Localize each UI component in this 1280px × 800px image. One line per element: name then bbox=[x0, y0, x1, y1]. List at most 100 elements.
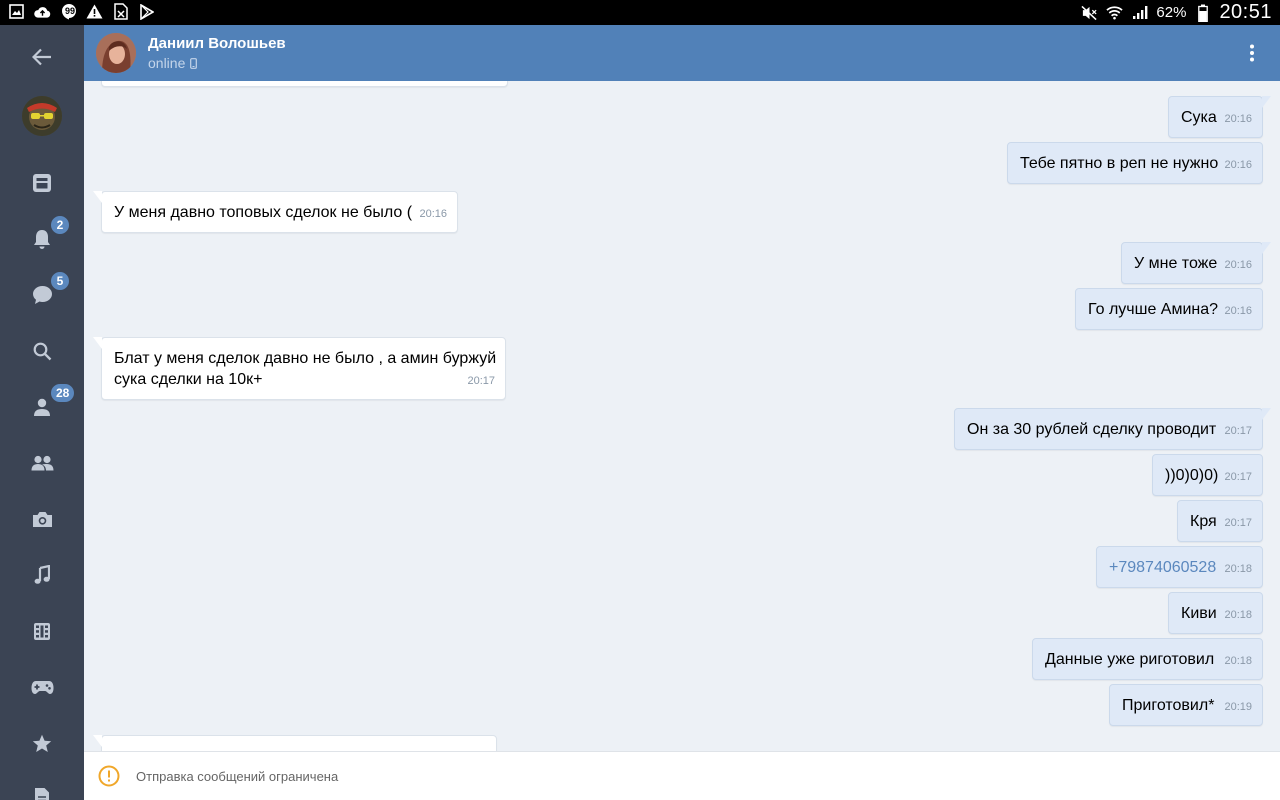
hangouts-icon: 99 bbox=[60, 3, 77, 20]
battery-percentage: 62% bbox=[1156, 4, 1187, 21]
message-time: 20:16 bbox=[419, 208, 447, 220]
gamepad-icon bbox=[31, 680, 53, 694]
contact-name[interactable]: Даниил Волошьев bbox=[148, 35, 286, 52]
phone-link[interactable]: +79874060528 bbox=[1109, 557, 1216, 578]
newsfeed-icon bbox=[33, 174, 51, 192]
message-bubble-partial[interactable] bbox=[93, 735, 497, 751]
bell-icon bbox=[34, 229, 50, 249]
back-button[interactable] bbox=[0, 31, 84, 83]
message-text: Тебе пятно в реп не нужно bbox=[1020, 155, 1219, 172]
bubble-tail bbox=[93, 337, 102, 349]
message-text: Приготовил* bbox=[1122, 697, 1215, 714]
camera-icon bbox=[32, 511, 52, 527]
sidebar-item-music[interactable] bbox=[0, 549, 84, 601]
sidebar-item-groups[interactable] bbox=[0, 437, 84, 489]
message-time: 20:16 bbox=[1224, 159, 1252, 171]
message-text: Блат у меня сделок давно не было , а ами… bbox=[114, 350, 497, 388]
message-text: У меня давно топовых сделок не было ( bbox=[114, 204, 413, 221]
message-time: 20:16 bbox=[1224, 259, 1252, 271]
message-text: Он за 30 рублей сделку проводит bbox=[967, 421, 1217, 438]
status-clock: 20:51 bbox=[1219, 1, 1272, 23]
message-bubble-outgoing[interactable]: +79874060528 20:18 bbox=[1096, 546, 1263, 588]
sidebar-item-notifications[interactable] bbox=[0, 213, 84, 265]
sidebar-item-messages[interactable] bbox=[0, 269, 84, 321]
composer-restricted-bar: Отправка сообщений ограничена bbox=[84, 751, 1280, 800]
sidebar-item-games[interactable] bbox=[0, 661, 84, 713]
message-bubble-partial[interactable] bbox=[101, 81, 508, 87]
restriction-notice: Отправка сообщений ограничена bbox=[136, 769, 339, 784]
gallery-icon bbox=[8, 3, 25, 20]
message-time: 20:17 bbox=[1224, 425, 1252, 437]
message-time: 20:17 bbox=[467, 375, 495, 387]
message-text: Киви bbox=[1181, 605, 1217, 622]
mute-icon bbox=[1081, 4, 1098, 21]
play-store-icon bbox=[138, 3, 155, 20]
sidebar-item-news[interactable] bbox=[0, 157, 84, 209]
bubble-tail bbox=[93, 735, 102, 747]
sidebar-item-documents[interactable] bbox=[0, 771, 84, 800]
person-icon bbox=[34, 398, 50, 416]
messages-badge: 5 bbox=[50, 271, 70, 291]
search-icon bbox=[33, 342, 51, 360]
message-text: Данные уже риготовил bbox=[1045, 651, 1215, 668]
message-time: 20:17 bbox=[1224, 517, 1252, 529]
warning-circle-icon bbox=[98, 765, 120, 787]
signal-icon bbox=[1131, 4, 1148, 21]
message-bubble-incoming[interactable]: У меня давно топовых сделок не было ( 20… bbox=[93, 191, 458, 233]
notifications-badge: 2 bbox=[50, 215, 70, 235]
message-time: 20:18 bbox=[1224, 563, 1252, 575]
star-icon bbox=[32, 734, 52, 752]
message-bubble-outgoing[interactable]: Го лучше Амина? 20:16 bbox=[1075, 288, 1263, 330]
warning-icon bbox=[86, 3, 103, 20]
cloud-upload-icon bbox=[34, 3, 51, 20]
message-bubble-outgoing[interactable]: Приготовил* 20:19 bbox=[1109, 684, 1263, 726]
message-bubble-outgoing[interactable]: Данные уже риготовил 20:18 bbox=[1032, 638, 1263, 680]
group-icon bbox=[31, 455, 53, 471]
chat-header: Даниил Волошьев online bbox=[84, 25, 1280, 81]
message-text: Сука bbox=[1181, 109, 1217, 126]
sidebar-item-bookmarks[interactable] bbox=[0, 717, 84, 769]
bubble-tail bbox=[1262, 408, 1271, 420]
user-avatar[interactable] bbox=[22, 96, 62, 136]
navigation-rail: 2 5 28 bbox=[0, 25, 84, 800]
message-time: 20:18 bbox=[1224, 609, 1252, 621]
message-time: 20:16 bbox=[1224, 113, 1252, 125]
contact-status: online bbox=[148, 55, 198, 71]
message-list[interactable]: Сука 20:16 Тебе пятно в реп не нужно 20:… bbox=[84, 81, 1280, 751]
status-notification-icons: 99 bbox=[8, 3, 155, 20]
document-icon bbox=[35, 788, 49, 800]
more-vertical-icon bbox=[1250, 44, 1254, 62]
wifi-icon bbox=[1106, 4, 1124, 21]
battery-icon bbox=[1194, 4, 1211, 22]
message-time: 20:18 bbox=[1224, 655, 1252, 667]
svg-text:99: 99 bbox=[65, 6, 75, 16]
friends-badge: 28 bbox=[50, 383, 76, 403]
bubble-tail bbox=[93, 191, 102, 203]
message-time: 20:17 bbox=[1224, 471, 1252, 483]
contact-status-text: online bbox=[148, 55, 186, 71]
bubble-tail bbox=[1262, 242, 1271, 254]
message-text: ))0)0)0) bbox=[1165, 467, 1219, 484]
bubble-tail bbox=[1262, 96, 1271, 108]
overflow-menu-button[interactable] bbox=[1240, 41, 1264, 65]
message-bubble-outgoing[interactable]: ))0)0)0) 20:17 bbox=[1152, 454, 1263, 496]
message-text: Кря bbox=[1190, 513, 1217, 530]
message-text: Го лучше Амина? bbox=[1088, 301, 1219, 318]
sidebar-item-search[interactable] bbox=[0, 325, 84, 377]
sidebar-item-videos[interactable] bbox=[0, 605, 84, 657]
status-bar: 99 62% 20:51 bbox=[0, 0, 1280, 25]
message-bubble-outgoing[interactable]: Кря 20:17 bbox=[1177, 500, 1263, 542]
arrow-left-icon bbox=[32, 48, 51, 66]
message-time: 20:19 bbox=[1224, 701, 1252, 713]
message-bubble-outgoing[interactable]: Сука 20:16 bbox=[1168, 96, 1271, 138]
sidebar-item-photos[interactable] bbox=[0, 493, 84, 545]
message-bubble-outgoing[interactable]: У мне тоже 20:16 bbox=[1121, 242, 1271, 284]
film-icon bbox=[34, 622, 50, 640]
message-bubble-incoming[interactable]: Блат у меня сделок давно не было , а ами… bbox=[93, 337, 506, 400]
no-sim-icon bbox=[112, 3, 129, 20]
message-bubble-outgoing[interactable]: Он за 30 рублей сделку проводит 20:17 bbox=[954, 408, 1271, 450]
message-bubble-outgoing[interactable]: Киви 20:18 bbox=[1168, 592, 1263, 634]
contact-avatar[interactable] bbox=[96, 33, 136, 73]
status-system-icons: 62% 20:51 bbox=[1081, 0, 1272, 25]
message-bubble-outgoing[interactable]: Тебе пятно в реп не нужно 20:16 bbox=[1007, 142, 1263, 184]
